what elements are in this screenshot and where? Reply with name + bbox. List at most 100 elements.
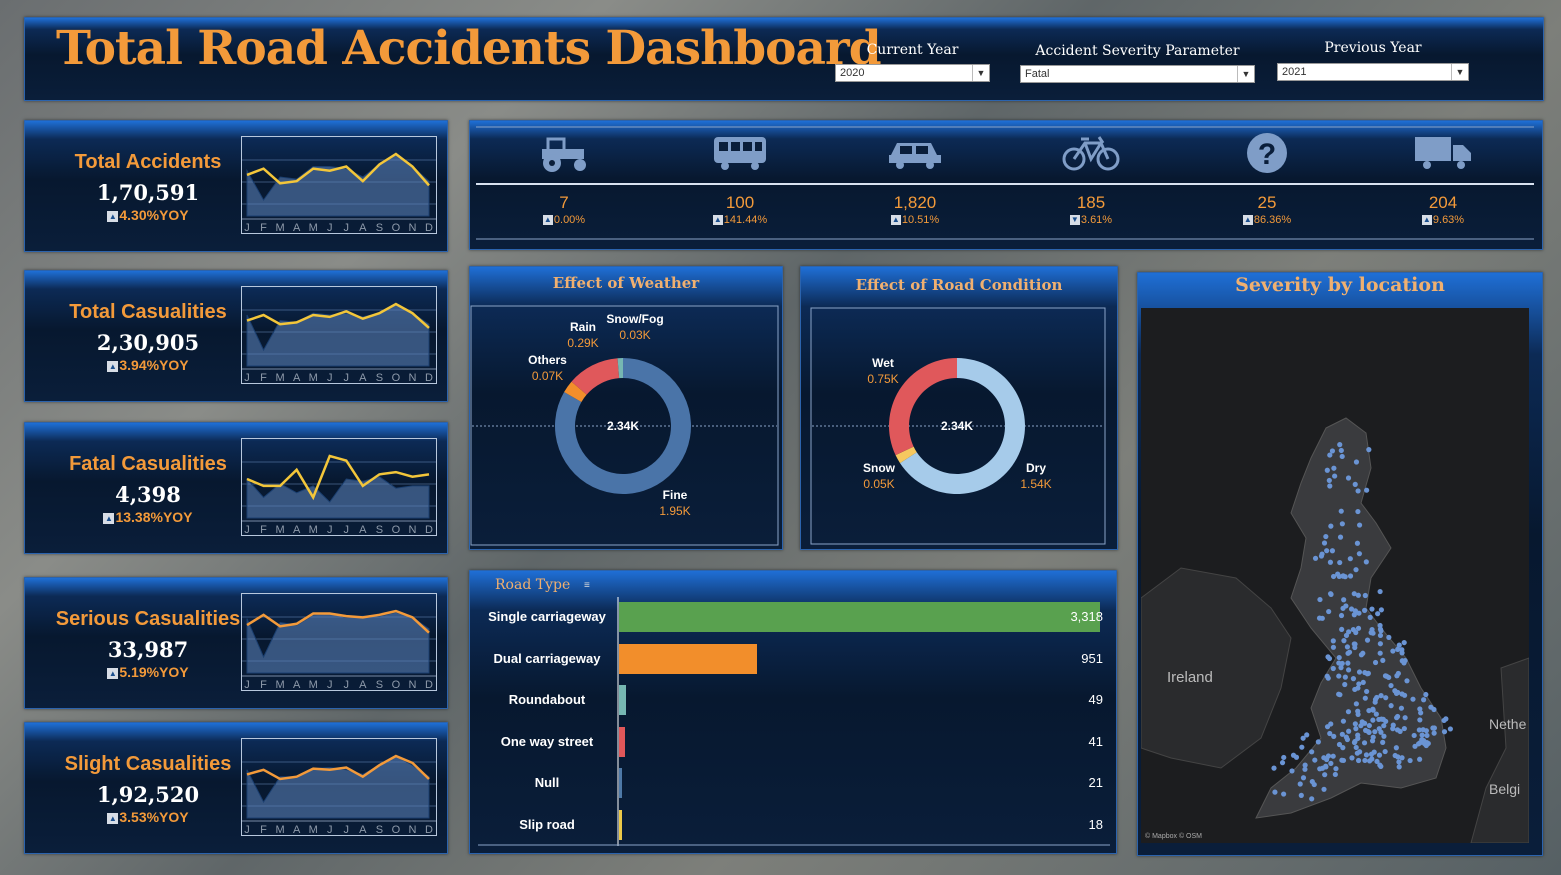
map-location-dot[interactable]	[1309, 749, 1315, 755]
map-location-dot[interactable]	[1272, 789, 1278, 795]
map-location-dot[interactable]	[1388, 703, 1394, 709]
map-location-dot[interactable]	[1374, 758, 1380, 765]
map-location-dot[interactable]	[1431, 730, 1437, 736]
map-location-dot[interactable]	[1333, 766, 1339, 772]
map-location-dot[interactable]	[1299, 744, 1305, 750]
map-location-dot[interactable]	[1364, 688, 1370, 695]
map-location-dot[interactable]	[1392, 688, 1398, 694]
map-location-dot[interactable]	[1372, 659, 1379, 666]
map-location-dot[interactable]	[1362, 592, 1368, 599]
road-type-bar[interactable]	[619, 810, 622, 840]
map-location-dot[interactable]	[1369, 738, 1376, 744]
map-location-dot[interactable]	[1346, 629, 1352, 635]
map-location-dot[interactable]	[1330, 753, 1336, 759]
map-location-dot[interactable]	[1324, 548, 1330, 554]
map-location-dot[interactable]	[1338, 612, 1345, 619]
map-location-dot[interactable]	[1366, 447, 1372, 453]
map-location-dot[interactable]	[1317, 596, 1323, 603]
map-location-dot[interactable]	[1394, 713, 1401, 720]
map-location-dot[interactable]	[1312, 555, 1319, 561]
map-location-dot[interactable]	[1382, 748, 1388, 755]
severity-dropdown[interactable]: Fatal ▼	[1020, 65, 1255, 83]
map-location-dot[interactable]	[1388, 682, 1394, 689]
severity-map[interactable]: Ireland Nethe Belgi © Mapbox © OSM	[1141, 308, 1529, 843]
map-location-dot[interactable]	[1336, 654, 1342, 661]
map-location-dot[interactable]	[1395, 646, 1401, 652]
map-location-dot[interactable]	[1332, 771, 1338, 778]
map-location-dot[interactable]	[1355, 508, 1361, 515]
map-location-dot[interactable]	[1327, 452, 1333, 458]
map-location-dot[interactable]	[1370, 717, 1376, 723]
map-location-dot[interactable]	[1351, 591, 1357, 597]
map-location-dot[interactable]	[1355, 711, 1361, 718]
map-location-dot[interactable]	[1337, 692, 1343, 698]
road-type-bar[interactable]	[619, 685, 627, 716]
map-location-dot[interactable]	[1399, 755, 1405, 761]
map-location-dot[interactable]	[1325, 654, 1331, 660]
previous-year-dropdown[interactable]: 2021 ▼	[1277, 63, 1469, 81]
map-location-dot[interactable]	[1431, 706, 1437, 713]
map-location-dot[interactable]	[1416, 727, 1422, 733]
map-location-dot[interactable]	[1329, 548, 1336, 554]
map-location-dot[interactable]	[1365, 728, 1371, 735]
map-location-dot[interactable]	[1298, 792, 1304, 798]
map-location-dot[interactable]	[1281, 791, 1287, 797]
map-location-dot[interactable]	[1361, 607, 1368, 614]
map-location-dot[interactable]	[1396, 764, 1402, 770]
map-location-dot[interactable]	[1340, 745, 1346, 751]
map-location-dot[interactable]	[1324, 673, 1330, 679]
map-location-dot[interactable]	[1300, 735, 1306, 741]
map-location-dot[interactable]	[1350, 676, 1357, 682]
map-location-dot[interactable]	[1326, 608, 1332, 615]
map-location-dot[interactable]	[1371, 749, 1377, 755]
map-location-dot[interactable]	[1367, 614, 1373, 620]
map-location-dot[interactable]	[1319, 551, 1325, 557]
map-location-dot[interactable]	[1321, 786, 1327, 792]
map-location-dot[interactable]	[1381, 733, 1387, 739]
map-location-dot[interactable]	[1297, 781, 1303, 787]
map-location-dot[interactable]	[1351, 739, 1358, 746]
map-location-dot[interactable]	[1377, 622, 1383, 629]
map-location-dot[interactable]	[1350, 626, 1356, 633]
map-location-dot[interactable]	[1339, 453, 1345, 460]
map-location-dot[interactable]	[1348, 606, 1355, 612]
map-location-dot[interactable]	[1319, 615, 1325, 621]
map-location-dot[interactable]	[1330, 638, 1336, 644]
map-location-dot[interactable]	[1345, 660, 1351, 666]
map-location-dot[interactable]	[1345, 475, 1352, 481]
map-location-dot[interactable]	[1366, 722, 1372, 729]
map-location-dot[interactable]	[1378, 607, 1384, 613]
map-location-dot[interactable]	[1375, 611, 1381, 617]
map-location-dot[interactable]	[1376, 726, 1382, 732]
map-location-dot[interactable]	[1355, 757, 1362, 764]
map-location-dot[interactable]	[1392, 752, 1398, 759]
map-location-dot[interactable]	[1345, 667, 1352, 673]
map-location-dot[interactable]	[1328, 523, 1334, 529]
map-location-dot[interactable]	[1345, 709, 1352, 715]
map-location-dot[interactable]	[1342, 674, 1348, 680]
map-location-dot[interactable]	[1279, 760, 1286, 766]
map-location-dot[interactable]	[1390, 648, 1396, 654]
map-location-dot[interactable]	[1412, 743, 1418, 749]
map-location-dot[interactable]	[1330, 644, 1337, 650]
map-location-dot[interactable]	[1353, 744, 1359, 751]
map-location-dot[interactable]	[1324, 756, 1330, 763]
map-location-dot[interactable]	[1339, 757, 1345, 763]
map-location-dot[interactable]	[1355, 625, 1362, 631]
map-location-dot[interactable]	[1362, 695, 1368, 701]
map-location-dot[interactable]	[1401, 725, 1407, 732]
map-location-dot[interactable]	[1377, 650, 1383, 656]
map-location-dot[interactable]	[1331, 733, 1337, 739]
map-location-dot[interactable]	[1332, 473, 1338, 479]
map-location-dot[interactable]	[1342, 574, 1348, 580]
map-location-dot[interactable]	[1326, 477, 1332, 484]
map-location-dot[interactable]	[1356, 669, 1363, 675]
map-location-dot[interactable]	[1402, 692, 1408, 698]
map-location-dot[interactable]	[1352, 644, 1358, 651]
map-location-dot[interactable]	[1346, 728, 1352, 734]
map-location-dot[interactable]	[1397, 728, 1403, 734]
map-location-dot[interactable]	[1322, 772, 1328, 778]
map-location-dot[interactable]	[1399, 650, 1405, 656]
map-location-dot[interactable]	[1353, 726, 1359, 732]
map-location-dot[interactable]	[1377, 588, 1383, 595]
